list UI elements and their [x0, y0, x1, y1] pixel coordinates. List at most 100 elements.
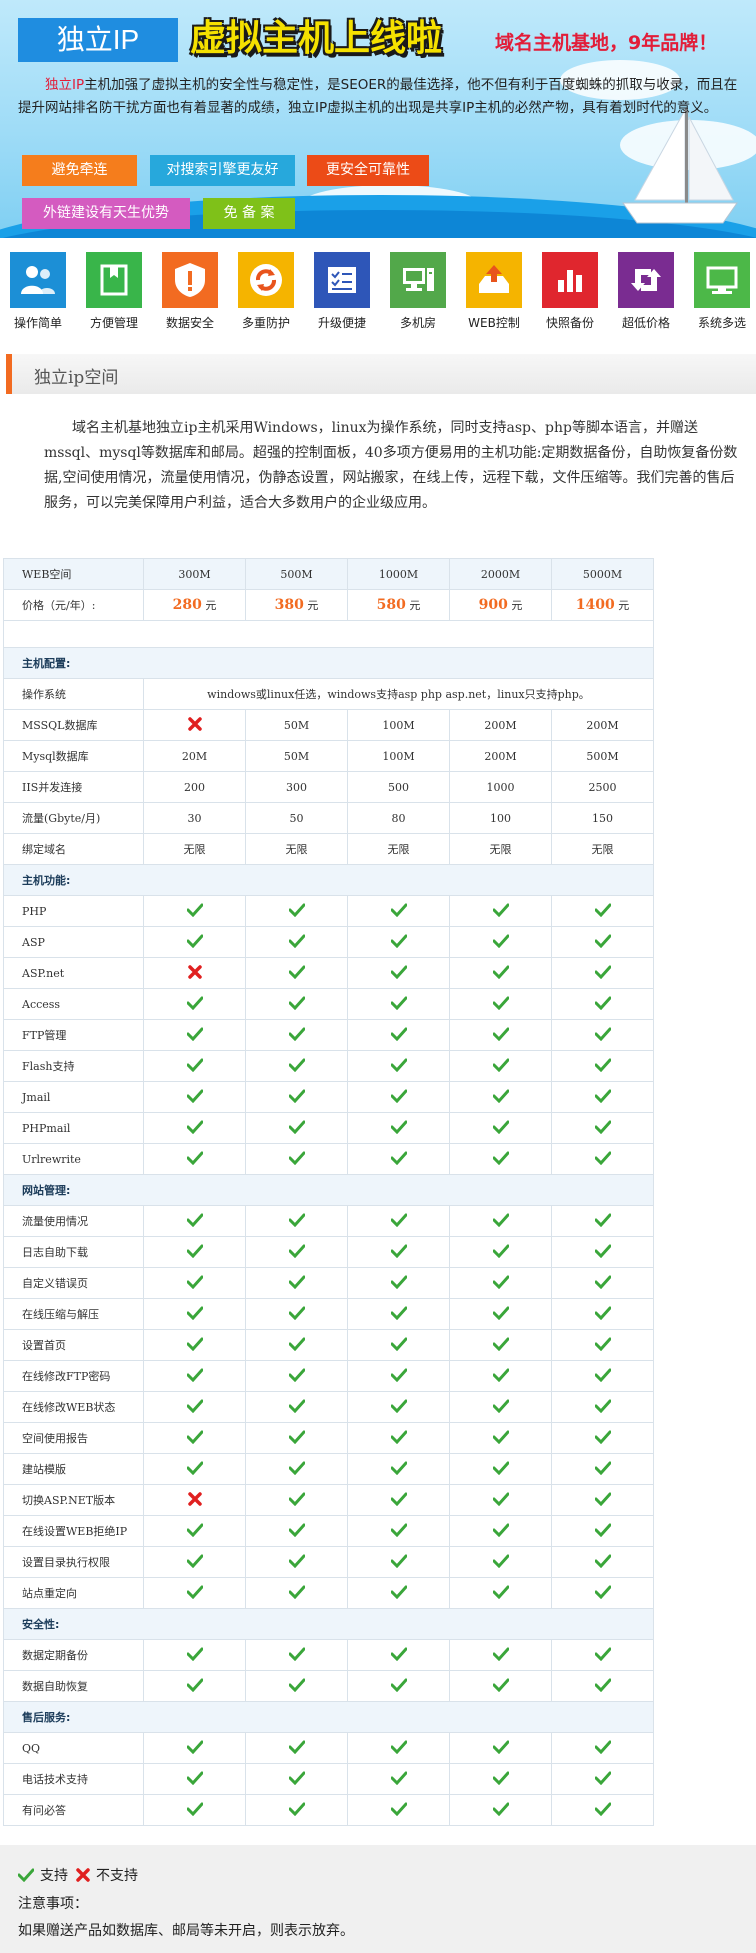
row-value: [245, 1236, 348, 1268]
section-row: 售后服务:: [3, 1701, 654, 1733]
table-row: ASP.net: [3, 957, 654, 989]
row-value: [143, 895, 246, 927]
table-row: PHPmail: [3, 1112, 654, 1144]
arrows-icon: [618, 252, 674, 308]
check-icon: [492, 1306, 509, 1320]
row-value: [347, 1484, 450, 1516]
row-value: [347, 1050, 450, 1082]
row-value: [347, 1546, 450, 1578]
row-value: [551, 988, 654, 1020]
row-value: [143, 1763, 246, 1795]
benefit-button-isolation[interactable]: 避免牵连: [22, 155, 137, 186]
row-value: [245, 1143, 348, 1175]
check-icon: [288, 1523, 305, 1537]
check-icon: [186, 1213, 203, 1227]
check-icon: [390, 1554, 407, 1568]
row-label: 空间使用报告: [3, 1422, 144, 1454]
row-label: Jmail: [3, 1081, 144, 1113]
row-value: [551, 1050, 654, 1082]
row-value: [347, 988, 450, 1020]
row-value: 500: [347, 771, 450, 803]
benefit-button-seo[interactable]: 对搜索引擎更友好: [150, 155, 295, 186]
header-label: WEB空间: [3, 558, 144, 590]
row-value: [347, 1422, 450, 1454]
table-row: 电话技术支持: [3, 1763, 654, 1795]
row-label: 绑定域名: [3, 833, 144, 865]
row-value: [143, 1360, 246, 1392]
legend: 支持 不支持: [18, 1865, 146, 1885]
row-value: 100: [449, 802, 552, 834]
row-value: [347, 957, 450, 989]
row-label: IIS并发连接: [3, 771, 144, 803]
check-icon: [186, 1306, 203, 1320]
row-label: PHP: [3, 895, 144, 927]
check-icon: [390, 934, 407, 948]
section-row: 主机功能:: [3, 864, 654, 896]
check-icon: [492, 1771, 509, 1785]
check-icon: [288, 1244, 305, 1258]
row-value: [245, 1670, 348, 1702]
row-value: [449, 1639, 552, 1671]
check-icon: [186, 1678, 203, 1692]
table-row: ASP: [3, 926, 654, 958]
check-icon: [390, 1337, 407, 1351]
row-value: 30: [143, 802, 246, 834]
row-value: [143, 1205, 246, 1237]
benefit-button-backlinks[interactable]: 外链建设有天生优势: [22, 198, 190, 229]
row-value: [551, 1670, 654, 1702]
row-value: [449, 1484, 552, 1516]
check-icon: [390, 1740, 407, 1754]
row-value: [245, 895, 348, 927]
check-icon: [492, 1058, 509, 1072]
row-value: [347, 1112, 450, 1144]
row-label: 在线修改WEB状态: [3, 1391, 144, 1423]
row-label: FTP管理: [3, 1019, 144, 1051]
row-value: [551, 1546, 654, 1578]
check-icon: [594, 1585, 611, 1599]
check-icon: [186, 1120, 203, 1134]
check-icon: [594, 1430, 611, 1444]
check-icon: [492, 1120, 509, 1134]
check-icon: [594, 1523, 611, 1537]
users-icon: [10, 252, 66, 308]
check-icon: [492, 1399, 509, 1413]
check-icon: [492, 1461, 509, 1475]
row-value: [449, 926, 552, 958]
check-icon: [390, 1678, 407, 1692]
row-value: [245, 1453, 348, 1485]
table-row: 设置目录执行权限: [3, 1546, 654, 1578]
price-cell: 580 元: [347, 589, 450, 621]
check-icon: [390, 1523, 407, 1537]
row-value: [245, 1329, 348, 1361]
row-value: 50M: [245, 709, 348, 741]
table-row: 在线修改FTP密码: [3, 1360, 654, 1392]
table-header-row: WEB空间 300M 500M 1000M 2000M 5000M: [3, 558, 654, 590]
check-icon: [594, 1089, 611, 1103]
feature-easy-upgrade: 升级便捷: [304, 252, 380, 331]
check-icon: [594, 1554, 611, 1568]
check-icon: [288, 934, 305, 948]
legend-support: 支持: [18, 1865, 68, 1885]
check-icon: [492, 996, 509, 1010]
table-row: Flash支持: [3, 1050, 654, 1082]
table-row: Mysql数据库 20M 50M 100M 200M 500M: [3, 740, 654, 772]
table-row: 流量(Gbyte/月) 30 50 80 100 150: [3, 802, 654, 834]
check-icon: [186, 1430, 203, 1444]
row-value: [245, 1763, 348, 1795]
benefit-button-security[interactable]: 更安全可靠性: [307, 155, 429, 186]
price-cell: 280 元: [143, 589, 246, 621]
row-label: Access: [3, 988, 144, 1020]
check-icon: [594, 1461, 611, 1475]
row-value: [245, 1639, 348, 1671]
check-icon: [288, 1740, 305, 1754]
table-row: 操作系统 windows或linux任选，windows支持asp php asp…: [3, 678, 654, 710]
benefit-button-no-filing[interactable]: 免 备 案: [203, 198, 295, 229]
row-value: [551, 1794, 654, 1826]
banner-slogan: 域名主机基地，9年品牌！: [495, 32, 718, 54]
table-row: 自定义错误页: [3, 1267, 654, 1299]
table-row: 在线压缩与解压: [3, 1298, 654, 1330]
table-row: Access: [3, 988, 654, 1020]
row-label: Mysql数据库: [3, 740, 144, 772]
section-row: 网站管理:: [3, 1174, 654, 1206]
section-title-cell: 主机配置:: [3, 647, 654, 679]
